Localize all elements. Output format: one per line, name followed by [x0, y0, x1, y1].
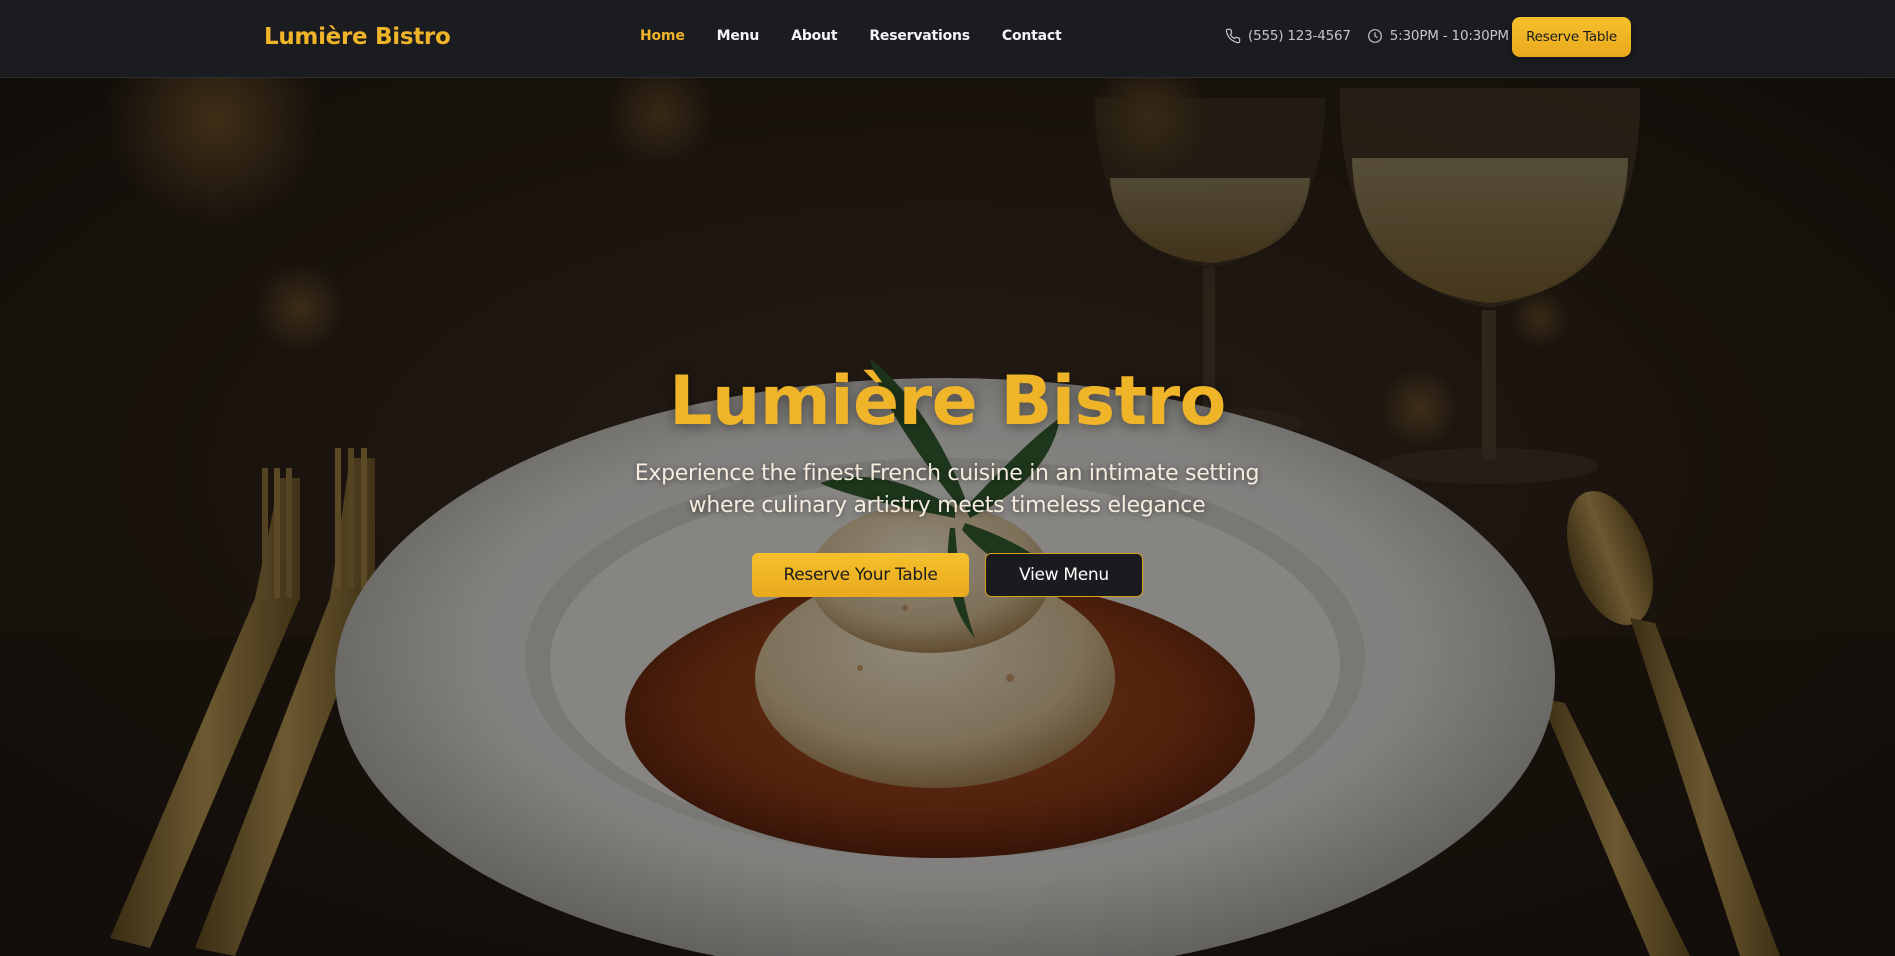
- nav-reservations[interactable]: Reservations: [869, 28, 970, 44]
- nav-home[interactable]: Home: [640, 28, 685, 44]
- reserve-your-table-button[interactable]: Reserve Your Table: [752, 553, 969, 597]
- opening-hours: 5:30PM - 10:30PM: [1389, 28, 1509, 44]
- phone-info: (555) 123-4567: [1225, 28, 1351, 44]
- main-nav: Home Menu About Reservations Contact: [640, 28, 1094, 44]
- page: Lumière Bistro Home Menu About Reservati…: [0, 0, 1895, 956]
- hero-subtitle-line-1: Experience the finest French cuisine in …: [634, 461, 1260, 486]
- nav-contact[interactable]: Contact: [1002, 28, 1062, 44]
- phone-icon: [1225, 28, 1241, 44]
- nav-menu[interactable]: Menu: [717, 28, 760, 44]
- view-menu-button[interactable]: View Menu: [985, 553, 1143, 597]
- nav-about[interactable]: About: [791, 28, 837, 44]
- reserve-table-button[interactable]: Reserve Table: [1512, 17, 1631, 57]
- site-header: Lumière Bistro Home Menu About Reservati…: [0, 0, 1895, 78]
- hours-info: 5:30PM - 10:30PM: [1367, 28, 1509, 44]
- clock-icon: [1367, 29, 1382, 43]
- hero-section: Lumière Bistro Experience the finest Fre…: [0, 78, 1895, 956]
- phone-number: (555) 123-4567: [1248, 28, 1351, 44]
- contact-info: (555) 123-4567 5:30PM - 10:30PM: [1225, 28, 1525, 44]
- brand-logo[interactable]: Lumière Bistro: [264, 24, 451, 50]
- hero-title: Lumière Bistro: [669, 362, 1226, 441]
- hero-subtitle-line-2: where culinary artistry meets timeless e…: [688, 493, 1206, 518]
- hero-subtitle: Experience the finest French cuisine in …: [597, 458, 1297, 522]
